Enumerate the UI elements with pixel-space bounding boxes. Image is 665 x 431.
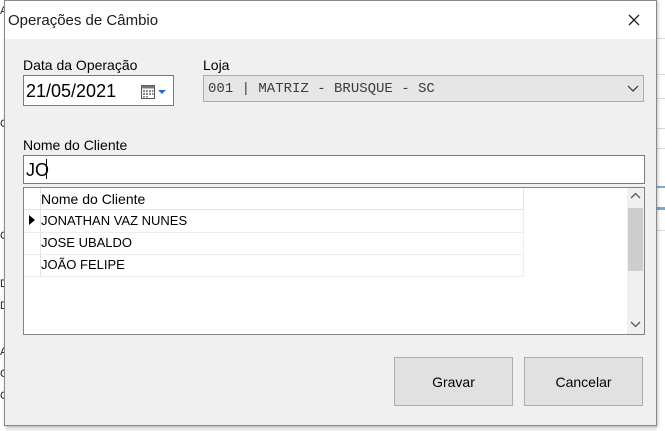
date-picker[interactable]: 21/05/2021: [23, 75, 174, 106]
table-row[interactable]: JONATHAN VAZ NUNES: [24, 210, 524, 233]
loja-select[interactable]: 001 | MATRIZ - BRUSQUE - SC: [203, 75, 644, 102]
scroll-up-icon[interactable]: [630, 192, 641, 200]
close-icon[interactable]: [622, 8, 646, 32]
client-label: Nome do Cliente: [23, 137, 128, 153]
grid-header: Nome do Cliente: [24, 188, 524, 210]
save-button[interactable]: Gravar: [394, 357, 513, 406]
row-header: [24, 210, 41, 232]
cambio-dialog: Operações de Câmbio Data da Operação 21/…: [4, 0, 657, 426]
title-bar: Operações de Câmbio: [5, 1, 656, 39]
date-label: Data da Operação: [23, 57, 138, 73]
cancel-button[interactable]: Cancelar: [524, 357, 643, 406]
row-header: [24, 232, 41, 254]
table-row[interactable]: JOSE UBALDO: [24, 232, 524, 255]
current-row-indicator-icon: [29, 215, 35, 225]
client-name-cell[interactable]: JOÃO FELIPE: [41, 257, 125, 272]
row-header: [24, 254, 41, 276]
row-header-corner: [24, 188, 41, 209]
dialog-title: Operações de Câmbio: [8, 12, 159, 29]
client-name-cell[interactable]: JOSE UBALDO: [41, 235, 132, 250]
column-header-client-name[interactable]: Nome do Cliente: [41, 191, 145, 207]
scroll-down-icon[interactable]: [630, 320, 641, 328]
calendar-icon[interactable]: [141, 84, 169, 100]
loja-value: 001 | MATRIZ - BRUSQUE - SC: [208, 81, 435, 97]
client-name-cell[interactable]: JONATHAN VAZ NUNES: [41, 213, 187, 228]
scroll-thumb[interactable]: [628, 208, 643, 271]
client-results-grid[interactable]: Nome do Cliente JONATHAN VAZ NUNES JOSE …: [23, 187, 645, 335]
background-window-right: [657, 0, 665, 431]
client-name-input[interactable]: JO: [23, 155, 645, 184]
vertical-scrollbar[interactable]: [627, 188, 644, 334]
date-value[interactable]: 21/05/2021: [26, 81, 116, 102]
loja-label: Loja: [203, 57, 230, 73]
chevron-down-icon[interactable]: [627, 83, 639, 93]
table-row[interactable]: JOÃO FELIPE: [24, 254, 524, 277]
text-caret: [46, 159, 47, 179]
